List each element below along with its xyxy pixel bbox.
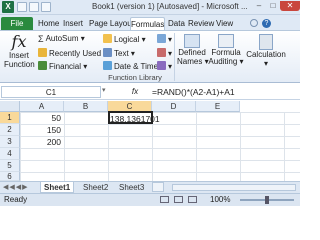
tab-insert[interactable]: Insert — [63, 17, 83, 30]
insert-function-label-2: Function — [4, 60, 35, 69]
save-icon[interactable] — [17, 2, 27, 12]
name-box[interactable]: C1 — [1, 86, 101, 98]
more-functions-button[interactable]: ▾ — [157, 61, 172, 71]
minimize-icon[interactable]: – — [252, 1, 266, 11]
tab-formulas[interactable]: Formulas — [130, 17, 165, 30]
row-header-2[interactable]: 2 — [0, 124, 20, 136]
math-icon — [157, 48, 166, 57]
name-box-dropdown-icon[interactable]: ▾ — [102, 86, 106, 94]
excel-logo-icon: X — [2, 1, 14, 13]
function-icon: fx — [11, 32, 27, 51]
text-label: Text — [114, 49, 129, 58]
star-icon — [38, 48, 47, 57]
close-icon[interactable]: ✕ — [280, 1, 300, 11]
zoom-level[interactable]: 100% — [210, 195, 230, 204]
date-time-button[interactable]: Date & Time ▾ — [103, 61, 164, 71]
lookup-icon — [157, 34, 166, 43]
text-icon — [103, 48, 112, 57]
title-bar: X Book1 (version 1) [Autosaved] - Micros… — [0, 0, 300, 15]
recently-used-button[interactable]: Recently Used ▾ — [38, 48, 107, 58]
minimize-ribbon-icon[interactable] — [250, 19, 258, 27]
calculator-icon — [259, 34, 273, 50]
clock-icon — [103, 61, 112, 70]
cell-a2[interactable]: 150 — [20, 124, 64, 136]
row-header-5[interactable]: 5 — [0, 160, 20, 172]
sheet-nav-icon[interactable]: ◀◀◀▶ — [3, 183, 29, 191]
math-trig-button[interactable]: ▾ — [157, 48, 172, 58]
formula-auditing-label: Formula — [211, 48, 241, 57]
more-functions-icon — [157, 61, 166, 70]
column-header-b[interactable]: B — [64, 101, 108, 112]
row-header-1[interactable]: 1 — [0, 112, 20, 124]
cell-a1[interactable]: 50 — [20, 112, 64, 124]
formula-auditing-label-2: Auditing ▾ — [208, 57, 244, 66]
undo-icon[interactable] — [29, 2, 39, 12]
sheet-tab-1[interactable]: Sheet1 — [40, 182, 75, 193]
formula-auditing-label-text: Auditing — [208, 57, 238, 66]
defined-names-label-text: Names — [177, 57, 203, 66]
auditing-icon — [218, 34, 234, 48]
financial-button[interactable]: Financial ▾ — [38, 61, 87, 71]
tab-file[interactable]: File — [1, 17, 33, 30]
tab-review[interactable]: Review — [188, 17, 214, 30]
zoom-slider-thumb[interactable] — [265, 196, 269, 204]
autosum-button[interactable]: Σ AutoSum ▾ — [38, 34, 85, 44]
function-library-label: Function Library — [108, 73, 162, 82]
redo-icon[interactable] — [41, 2, 51, 12]
sigma-icon: Σ — [38, 34, 44, 44]
column-header-e[interactable]: E — [196, 101, 240, 112]
column-header-a[interactable]: A — [20, 101, 64, 112]
defined-names-label: Defined — [178, 48, 206, 57]
cell-c1[interactable]: 138.1361701 — [108, 111, 160, 124]
row-header-3[interactable]: 3 — [0, 136, 20, 148]
calculation-button[interactable]: Calculation ▾ — [245, 34, 287, 68]
maximize-icon[interactable]: □ — [266, 1, 280, 11]
defined-names-label-2: Names ▾ — [177, 57, 209, 66]
tab-view[interactable]: View — [216, 17, 233, 30]
sheet-tab-2[interactable]: Sheet2 — [80, 182, 111, 193]
lookup-button[interactable]: ▾ — [157, 34, 172, 44]
insert-function-label: Insert — [8, 51, 29, 60]
select-all-corner[interactable] — [0, 101, 20, 112]
formula-input[interactable]: =RAND()*(A2-A1)+A1 — [152, 86, 297, 98]
page-break-view-icon[interactable] — [188, 196, 197, 203]
row-header-6[interactable]: 6 — [0, 172, 20, 181]
insert-function-button[interactable]: fx Insert Function — [4, 32, 35, 71]
formula-auditing-button[interactable]: Formula Auditing ▾ — [208, 34, 244, 66]
tab-home[interactable]: Home — [38, 17, 59, 30]
calculation-label: Calculation — [246, 50, 286, 59]
financial-label: Financial — [49, 62, 82, 71]
tab-page-layout[interactable]: Page Layout — [89, 17, 134, 30]
column-header-d[interactable]: D — [152, 101, 196, 112]
recently-used-label: Recently Used — [49, 49, 102, 58]
defined-names-button[interactable]: Defined Names ▾ — [177, 34, 209, 66]
autosum-label: AutoSum — [45, 34, 79, 43]
page-layout-view-icon[interactable] — [174, 196, 183, 203]
window-title: Book1 (version 1) [Autosaved] - Microsof… — [92, 2, 248, 11]
calculation-dropdown-icon: ▾ — [263, 59, 268, 68]
insert-function-fx-icon[interactable]: fx — [124, 86, 146, 98]
tab-data[interactable]: Data — [168, 17, 185, 30]
sheet-tab-3[interactable]: Sheet3 — [116, 182, 147, 193]
new-sheet-icon[interactable] — [152, 182, 164, 192]
horizontal-scrollbar[interactable] — [172, 184, 296, 191]
cell-a3[interactable]: 200 — [20, 136, 64, 148]
normal-view-icon[interactable] — [160, 196, 169, 203]
logical-icon — [103, 34, 112, 43]
logical-button[interactable]: Logical ▾ — [103, 34, 146, 44]
financial-icon — [38, 61, 47, 70]
row-header-4[interactable]: 4 — [0, 148, 20, 160]
date-time-label: Date & Time — [114, 62, 159, 71]
help-icon[interactable]: ? — [262, 19, 271, 28]
logical-label: Logical — [114, 35, 140, 44]
status-ready: Ready — [4, 195, 28, 204]
name-manager-icon — [184, 34, 200, 48]
text-button[interactable]: Text ▾ — [103, 48, 135, 58]
